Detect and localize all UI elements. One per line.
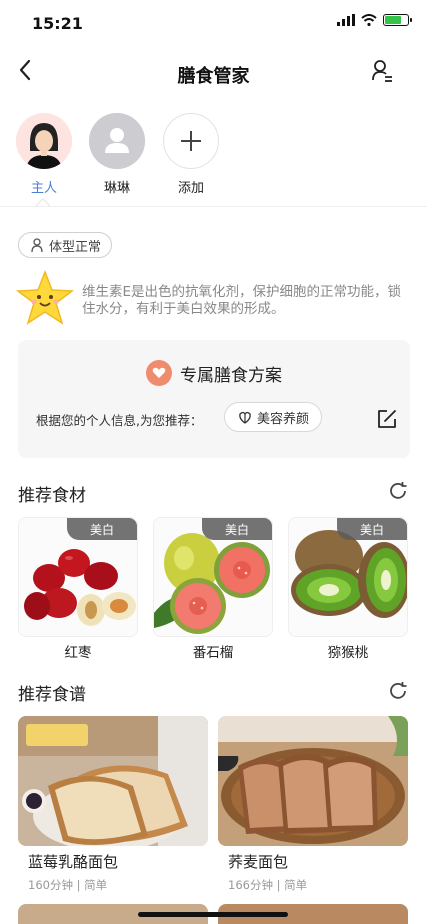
food-badge: 美白 — [202, 518, 272, 540]
woman-avatar-icon — [16, 113, 72, 169]
recipe-meta-buckwheat-bread: 166分钟 | 简单 — [228, 878, 308, 892]
recipes-section-title: 推荐食谱 — [18, 685, 86, 705]
plan-tag-button[interactable]: 美容养颜 — [224, 402, 323, 432]
divider — [0, 206, 427, 207]
food-name-jujube: 红枣 — [64, 645, 92, 661]
recipe-card-blueberry-bread[interactable] — [18, 716, 208, 846]
plan-title-row: 专属膳食方案 — [18, 360, 410, 386]
food-card-guava[interactable]: 美白 — [153, 517, 273, 637]
member-label-linlin: 琳琳 — [103, 181, 130, 196]
recipe-name-blueberry-bread: 蓝莓乳酪面包 — [28, 853, 119, 871]
member-avatar-linlin[interactable] — [89, 113, 145, 169]
recipe-card-buckwheat-bread[interactable] — [218, 716, 408, 846]
food-card-jujube[interactable]: 美白 — [18, 517, 138, 637]
heart-icon — [146, 360, 172, 386]
food-card-kiwi[interactable]: 美白 — [288, 517, 408, 637]
wifi-icon — [361, 14, 377, 26]
member-avatar-owner[interactable] — [16, 113, 72, 169]
plan-tag-label: 美容养颜 — [257, 411, 310, 427]
body-type-tag: 体型正常 — [18, 232, 113, 258]
add-member-button[interactable] — [163, 113, 219, 169]
plus-icon — [181, 131, 201, 151]
refresh-recipes-icon[interactable] — [387, 680, 409, 702]
user-settings-icon[interactable] — [371, 58, 393, 84]
battery-icon — [383, 14, 412, 26]
plan-title: 专属膳食方案 — [180, 365, 282, 386]
refresh-ingredients-icon[interactable] — [387, 480, 409, 502]
status-icons — [337, 14, 412, 26]
ingredients-section-title: 推荐食材 — [18, 486, 86, 506]
food-badge: 美白 — [67, 518, 137, 540]
body-icon — [31, 238, 43, 253]
body-type-label: 体型正常 — [49, 239, 102, 255]
food-name-guava: 番石榴 — [192, 645, 234, 661]
recipe-name-buckwheat-bread: 荞麦面包 — [228, 853, 289, 871]
selected-caret-icon — [36, 198, 50, 206]
blueberry-cheese-bread-image — [18, 716, 208, 846]
member-label-owner: 主人 — [30, 181, 57, 196]
member-label-add: 添加 — [177, 181, 204, 196]
home-indicator — [138, 912, 288, 917]
leaf-icon — [239, 411, 251, 424]
plan-description: 根据您的个人信息,为您推荐： — [36, 413, 203, 428]
nutrition-tip: 维生素E是出色的抗氧化剂，保护细胞的正常功能，锁住水分，有利于美白效果的形成。 — [82, 284, 402, 317]
food-badge: 美白 — [337, 518, 407, 540]
default-user-icon — [89, 113, 145, 169]
status-time: 15:21 — [32, 14, 83, 33]
recipe-meta-blueberry-bread: 160分钟 | 简单 — [28, 878, 108, 892]
signal-icon — [337, 14, 355, 26]
page-title: 膳食管家 — [177, 66, 250, 87]
edit-icon[interactable] — [376, 408, 398, 430]
food-name-kiwi: 猕猴桃 — [327, 645, 369, 661]
diet-plan-card[interactable]: 专属膳食方案 根据您的个人信息,为您推荐： 美容养颜 — [18, 340, 410, 458]
star-mascot-icon — [16, 270, 74, 325]
buckwheat-bread-image — [218, 716, 408, 846]
